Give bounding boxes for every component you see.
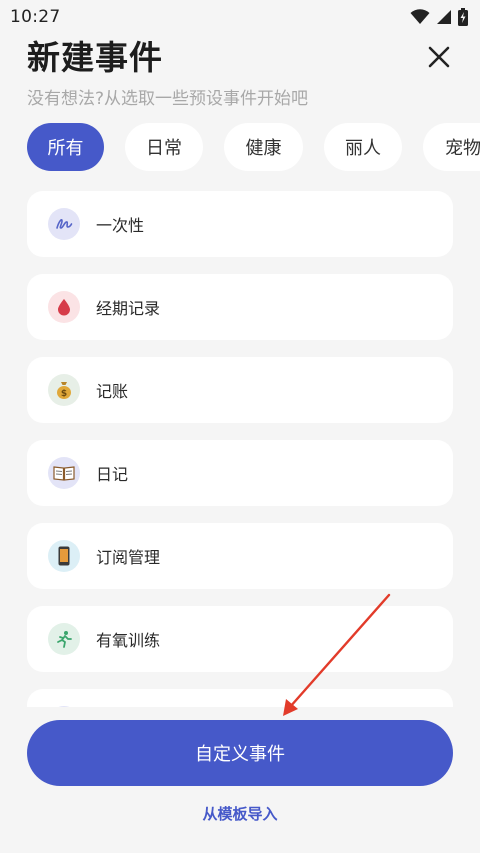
mobile-phone-icon: [48, 540, 80, 572]
event-label: 一次性: [96, 216, 145, 235]
tab-daily[interactable]: 日常: [125, 123, 203, 171]
blood-drop-icon: [48, 291, 80, 323]
tab-pets[interactable]: 宠物: [423, 123, 480, 171]
custom-event-label: 自定义事件: [195, 744, 285, 765]
tab-beauty[interactable]: 丽人: [324, 123, 402, 171]
event-list: 一次性 经期记录 $ 记账 日记 订阅管理 有氧训练: [27, 191, 453, 707]
money-bag-icon: $: [48, 374, 80, 406]
event-item-diary[interactable]: 日记: [27, 440, 453, 506]
close-button[interactable]: [424, 42, 454, 72]
tab-label: 日常: [146, 138, 182, 159]
custom-event-button[interactable]: 自定义事件: [27, 720, 453, 786]
battery-charging-icon: [458, 8, 468, 26]
event-item-period-tracking[interactable]: 经期记录: [27, 274, 453, 340]
close-icon: [428, 46, 450, 68]
event-label: 记账: [96, 382, 129, 401]
signature-icon: [48, 208, 80, 240]
event-icon: [48, 706, 80, 707]
event-label: 日记: [96, 465, 129, 484]
signal-icon: [437, 10, 451, 24]
tab-all[interactable]: 所有: [27, 123, 104, 171]
svg-text:$: $: [61, 389, 67, 399]
header: 新建事件 没有想法?从选取一些预设事件开始吧: [27, 36, 457, 110]
event-item-subscription-management[interactable]: 订阅管理: [27, 523, 453, 589]
wifi-icon: [410, 9, 430, 24]
status-time: 10:27: [10, 7, 61, 27]
event-item-cardio-training[interactable]: 有氧训练: [27, 606, 453, 672]
running-person-icon: [48, 623, 80, 655]
open-book-icon: [48, 457, 80, 489]
event-label: 有氧训练: [96, 631, 161, 650]
event-label: 订阅管理: [96, 548, 161, 567]
status-icons: [410, 8, 468, 26]
category-tabs: 所有 日常 健康 丽人 宠物: [27, 123, 480, 171]
event-label: 经期记录: [96, 299, 161, 318]
tab-label: 丽人: [345, 138, 381, 159]
tab-label: 宠物: [445, 138, 480, 159]
tab-label: 所有: [47, 138, 84, 159]
event-item-partial[interactable]: [27, 689, 453, 707]
import-template-link[interactable]: 从模板导入: [0, 803, 480, 824]
status-bar: 10:27: [0, 0, 480, 34]
event-item-one-time[interactable]: 一次性: [27, 191, 453, 257]
tab-health[interactable]: 健康: [224, 123, 303, 171]
page-title: 新建事件: [27, 38, 163, 77]
page-subtitle: 没有想法?从选取一些预设事件开始吧: [27, 89, 309, 109]
tab-label: 健康: [245, 138, 282, 159]
event-item-bookkeeping[interactable]: $ 记账: [27, 357, 453, 423]
